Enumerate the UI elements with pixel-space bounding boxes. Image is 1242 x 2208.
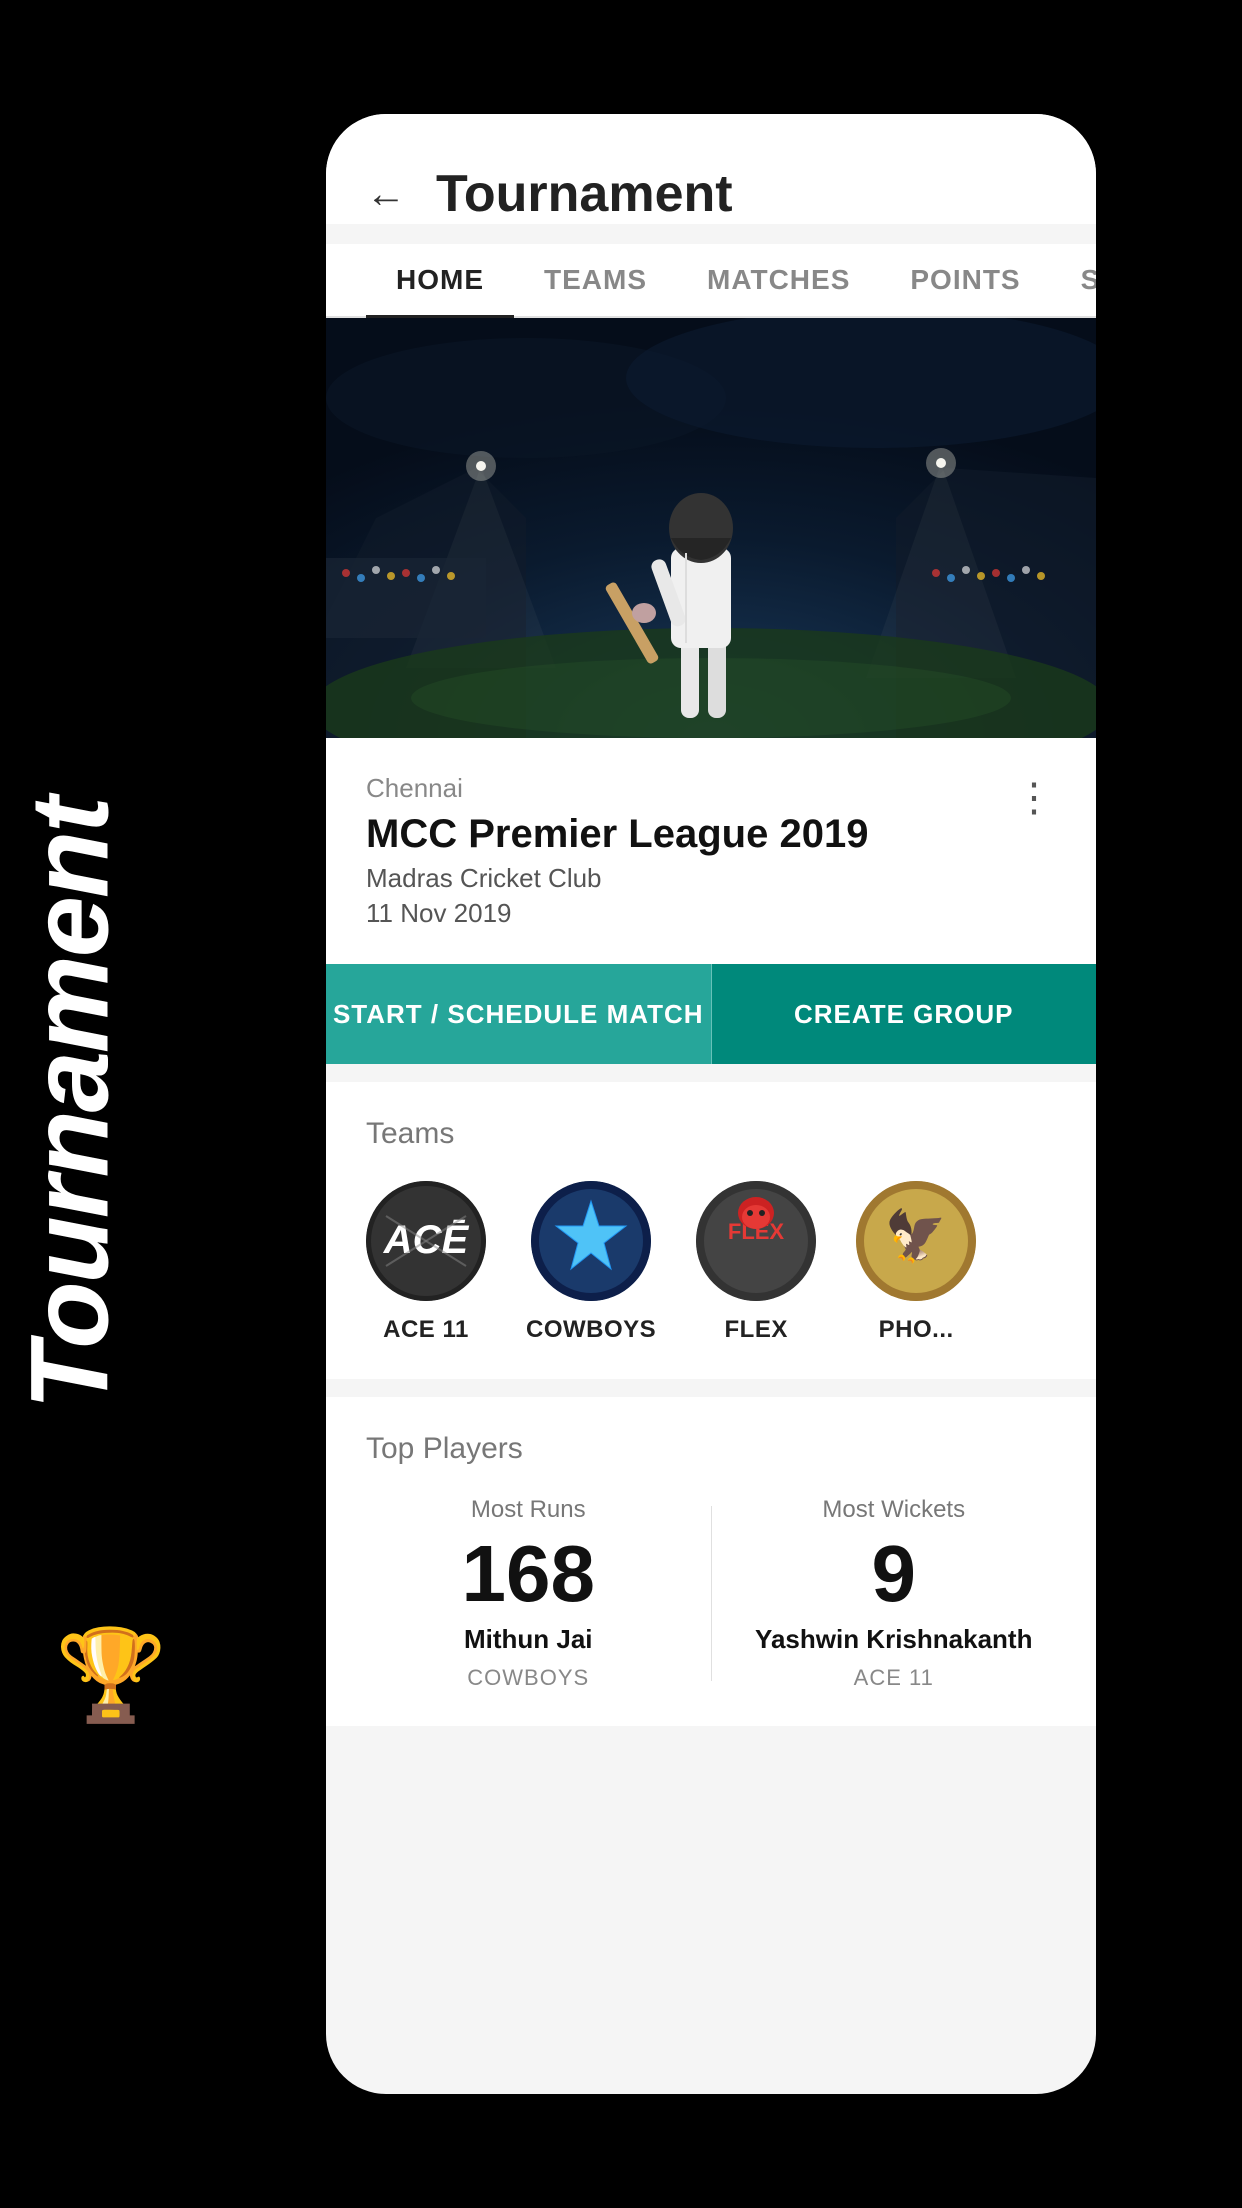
- team-logo-cowboys: [531, 1181, 651, 1301]
- team-name-cowboys: COWBOYS: [526, 1316, 656, 1344]
- tab-statistics[interactable]: STATISTICS: [1051, 244, 1096, 316]
- tournament-name: MCC Premier League 2019: [366, 812, 1056, 857]
- page-title: Tournament: [436, 164, 733, 224]
- most-runs-label: Most Runs: [471, 1496, 586, 1524]
- tournament-date: 11 Nov 2019: [366, 898, 1056, 929]
- svg-text:🦅: 🦅: [885, 1206, 947, 1264]
- teams-list: ACĒ ACE 11: [366, 1181, 1056, 1344]
- teams-section: Teams ACĒ ACE 11: [326, 1082, 1096, 1379]
- phone-container: ← Tournament HOME TEAMS MATCHES POINTS S…: [326, 114, 1096, 2094]
- team-ace11[interactable]: ACĒ ACE 11: [366, 1181, 486, 1344]
- team-name-phoenix: PHO...: [879, 1316, 954, 1344]
- app-header: ← Tournament: [326, 114, 1096, 224]
- tab-home[interactable]: HOME: [366, 244, 514, 316]
- back-button[interactable]: ←: [366, 172, 406, 217]
- top-players-title: Top Players: [366, 1432, 1056, 1466]
- tournament-info: ⋮ Chennai MCC Premier League 2019 Madras…: [326, 738, 1096, 964]
- team-name-flex: FLEX: [725, 1316, 788, 1344]
- schedule-match-button[interactable]: START / SCHEDULE MATCH: [326, 964, 712, 1064]
- hero-banner: [326, 318, 1096, 738]
- tab-teams[interactable]: TEAMS: [514, 244, 677, 316]
- team-flex[interactable]: FLEX FLEX: [696, 1181, 816, 1344]
- more-options-icon[interactable]: ⋮: [1014, 778, 1056, 818]
- trophy-icon: 🏆: [55, 1623, 167, 1728]
- tab-points[interactable]: POINTS: [880, 244, 1050, 316]
- team-logo-flex: FLEX: [696, 1181, 816, 1301]
- action-buttons: START / SCHEDULE MATCH CREATE GROUP: [326, 964, 1096, 1064]
- most-wickets-stat: Most Wickets 9 Yashwin Krishnakanth ACE …: [732, 1496, 1057, 1691]
- wickets-player-team: ACE 11: [854, 1665, 934, 1691]
- team-logo-ace11: ACĒ: [366, 1181, 486, 1301]
- players-stats-grid: Most Runs 168 Mithun Jai COWBOYS Most Wi…: [366, 1496, 1056, 1691]
- tournament-org: Madras Cricket Club: [366, 863, 1056, 894]
- vertical-tournament-label: Tournament: [7, 654, 134, 1554]
- tab-matches[interactable]: MATCHES: [677, 244, 880, 316]
- wickets-value: 9: [872, 1534, 917, 1614]
- teams-section-title: Teams: [366, 1117, 1056, 1151]
- wickets-player-name: Yashwin Krishnakanth: [755, 1624, 1032, 1655]
- team-cowboys[interactable]: COWBOYS: [526, 1181, 656, 1344]
- runs-player-team: COWBOYS: [467, 1665, 589, 1691]
- stats-divider: [711, 1506, 712, 1681]
- most-runs-stat: Most Runs 168 Mithun Jai COWBOYS: [366, 1496, 691, 1691]
- team-logo-phoenix: 🦅: [856, 1181, 976, 1301]
- runs-value: 168: [462, 1534, 595, 1614]
- tournament-location: Chennai: [366, 773, 1056, 804]
- create-group-button[interactable]: CREATE GROUP: [712, 964, 1097, 1064]
- most-wickets-label: Most Wickets: [822, 1496, 965, 1524]
- team-phoenix[interactable]: 🦅 PHO...: [856, 1181, 976, 1344]
- tab-bar: HOME TEAMS MATCHES POINTS STATISTICS: [326, 244, 1096, 318]
- top-players-section: Top Players Most Runs 168 Mithun Jai COW…: [326, 1397, 1096, 1726]
- team-name-ace11: ACE 11: [383, 1316, 469, 1344]
- runs-player-name: Mithun Jai: [464, 1624, 593, 1655]
